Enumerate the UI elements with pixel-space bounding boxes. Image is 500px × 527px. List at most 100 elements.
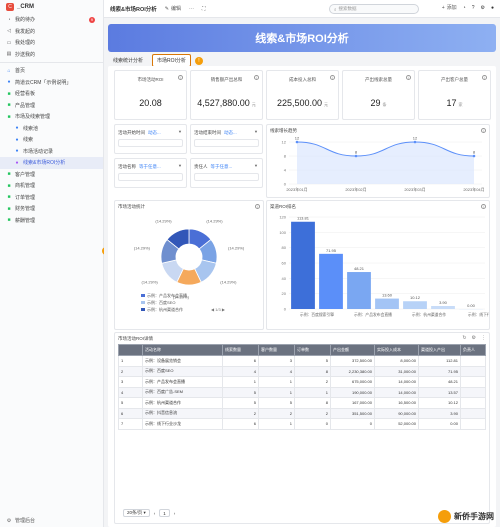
filter-select[interactable] — [194, 173, 259, 181]
watermark-icon — [438, 510, 451, 523]
help-icon[interactable]: ? — [472, 5, 475, 11]
header-checkbox[interactable] — [118, 344, 143, 356]
kpi-value: 29 — [370, 98, 381, 108]
admin-link[interactable]: ⚙ 管理后台 — [6, 517, 35, 525]
info-icon[interactable]: i — [255, 204, 260, 209]
table-row[interactable]: 7 示例：线下行业沙龙 6 1 0 0 52,000.00 0.00 — [118, 418, 486, 430]
sidebar-item-finance[interactable]: ■ 财务管理 — [0, 203, 103, 215]
table-cell: 675,000.00 — [330, 376, 375, 388]
folder-icon: ■ — [7, 217, 11, 224]
add-button[interactable]: + 添加 — [442, 4, 457, 12]
y-tick-label: 40 — [282, 276, 287, 281]
sidebar-item-cc[interactable]: ▤ 抄送我的 — [0, 49, 103, 61]
filter-owner[interactable]: 责任人 等于任意... ▼ — [190, 158, 263, 188]
sidebar-item-orders[interactable]: ■ 订单管理 — [0, 192, 103, 204]
table-row[interactable]: 2 示例：百度SEO 4 4 8 2,230,380.00 31,000.00 71.95 — [118, 365, 486, 377]
sidebar-item-products[interactable]: ■ 产品管理 — [0, 100, 103, 112]
col-header[interactable]: 客户数量 — [258, 344, 295, 356]
data-label: 8 — [473, 150, 476, 155]
table-row[interactable]: 4 示例：百度广告-SEM 5 1 1 190,000.00 14,000.00 13.57 — [118, 386, 486, 398]
y-tick-label: 120 — [279, 215, 286, 220]
table-row[interactable]: 5 示例：杭州渠道合作 5 5 8 167,000.00 16,500.00 10.12 — [118, 397, 486, 409]
sidebar-item-lead-pool[interactable]: ● 线索池 — [0, 123, 103, 135]
filter-select[interactable] — [118, 139, 183, 147]
sidebar-item-todo[interactable]: ◔ 我的待办 9 — [0, 14, 103, 26]
refresh-icon[interactable]: ↻ — [462, 335, 466, 341]
settings-icon[interactable]: ⚙ — [472, 335, 476, 341]
sidebar-item-payroll[interactable]: ■ 薪酬管理 — [0, 215, 103, 227]
data-label: 71.95 — [326, 248, 337, 253]
col-header[interactable]: 线索数量 — [222, 344, 259, 356]
sidebar-item-leads[interactable]: ● 线索 — [0, 134, 103, 146]
folder-icon: ■ — [7, 205, 11, 212]
app-logo[interactable]: C _CRM — [0, 0, 103, 14]
bar — [403, 301, 427, 309]
edit-button[interactable]: ✎ 编辑 — [165, 5, 181, 13]
filter-select[interactable] — [118, 173, 183, 181]
info-icon[interactable]: i — [178, 75, 183, 80]
table-row[interactable]: 3 示例：产品发布会直播 1 1 2 675,000.00 14,000.00 48.21 — [118, 376, 486, 388]
table-cell: 示例：杭州渠道合作 — [142, 397, 223, 409]
info-icon[interactable]: i — [406, 75, 411, 80]
filter-activity-name[interactable]: 活动名称 等于任意... ▼ — [114, 158, 187, 188]
more-button[interactable]: ⋯ — [189, 6, 194, 12]
gear-icon: ⚙ — [6, 517, 12, 524]
info-icon[interactable]: i — [330, 75, 335, 80]
col-header[interactable]: 负责人 — [460, 344, 486, 356]
sidebar-item-activities[interactable]: ● 市场活动记录 — [0, 146, 103, 158]
page-size-select[interactable]: 20条/页 ▾ — [123, 509, 150, 517]
info-icon[interactable]: i — [481, 128, 486, 133]
more-icon: ⋯ — [188, 5, 194, 12]
table-row[interactable]: 1 示例：设备展览销会 6 3 5 372,500.00 8,000.00 112.81 — [118, 355, 486, 367]
sidebar-item-marketing[interactable]: ■ 市场及线索管理 — [0, 111, 103, 123]
table-cell: 0 — [330, 418, 375, 430]
data-label: 10.12 — [410, 295, 421, 300]
row-number: 3 — [118, 376, 143, 388]
table-cell: 2,230,380.00 — [330, 365, 375, 377]
bell-icon[interactable]: ◔ — [463, 5, 466, 11]
folder-icon: ■ — [7, 182, 11, 189]
bar — [375, 298, 399, 309]
col-header[interactable]: 活动名称 — [142, 344, 223, 356]
filter-select[interactable] — [194, 139, 259, 147]
filter-start-time[interactable]: 活动开始时间 动态... ▼ — [114, 124, 187, 154]
row-number: 5 — [118, 397, 143, 409]
info-icon[interactable]: i — [482, 75, 487, 80]
legend-pager: ◀ 1/3 ▶ — [211, 307, 226, 312]
info-icon[interactable]: i — [254, 75, 259, 80]
avatar[interactable]: ● — [491, 5, 494, 11]
sidebar-item-dashboard[interactable]: ■ 经营看板 — [0, 88, 103, 100]
logo-icon: C — [6, 3, 14, 11]
sidebar-item-home[interactable]: ⌂ 首页 — [0, 65, 103, 77]
filter-end-time[interactable]: 活动结束时间 动态... ▼ — [190, 124, 263, 154]
next-page-icon[interactable]: › — [174, 511, 176, 516]
expand-button[interactable]: ⛶ — [202, 6, 206, 12]
prev-page-icon[interactable]: ‹ — [154, 511, 156, 516]
sidebar-item-intro[interactable]: ● 简道云CRM「示例说明」 — [0, 77, 103, 89]
col-header[interactable]: 产出金额 — [330, 344, 375, 356]
sidebar-item-handled[interactable]: ▭ 我处理的 — [0, 37, 103, 49]
sidebar-item-roi-analysis[interactable]: ● 线索&市场ROI分析 — [0, 157, 103, 169]
chevron-down-icon: ▼ — [254, 163, 258, 168]
table-cell: 71.95 — [418, 365, 461, 377]
sidebar-item-opportunities[interactable]: ■ 商机管理 — [0, 180, 103, 192]
page-number[interactable]: 1 — [159, 509, 170, 517]
col-header[interactable]: 实际投入成本 — [374, 344, 419, 356]
sidebar-item-customers[interactable]: ■ 客户管理 — [0, 169, 103, 181]
more-icon[interactable]: ⋮ — [481, 335, 486, 341]
kpi-value: 20.08 — [139, 98, 162, 108]
col-header[interactable]: 订单数 — [294, 344, 331, 356]
legend-swatch — [141, 308, 145, 311]
tab-warning-icon[interactable]: ! — [194, 56, 203, 65]
sidebar-item-initiated[interactable]: ◁ 我发起的 — [0, 26, 103, 38]
table-cell: 0 — [294, 418, 331, 430]
kpi-unit: 家 — [458, 102, 463, 107]
table-row[interactable]: 6 示例：抖音信息流 2 2 2 351,500.00 90,000.00 3.90 — [118, 407, 486, 419]
col-header[interactable]: 渠道投入产出 — [418, 344, 461, 356]
info-icon[interactable]: i — [481, 204, 486, 209]
settings-icon[interactable]: ⚙ — [480, 5, 484, 11]
dashboard-banner: 线索&市场ROI分析 — [108, 24, 496, 52]
kpi-value: 225,500.00 — [276, 98, 323, 108]
search-input[interactable]: ⌕ 搜索数据 — [329, 4, 419, 14]
line-point — [472, 154, 476, 158]
